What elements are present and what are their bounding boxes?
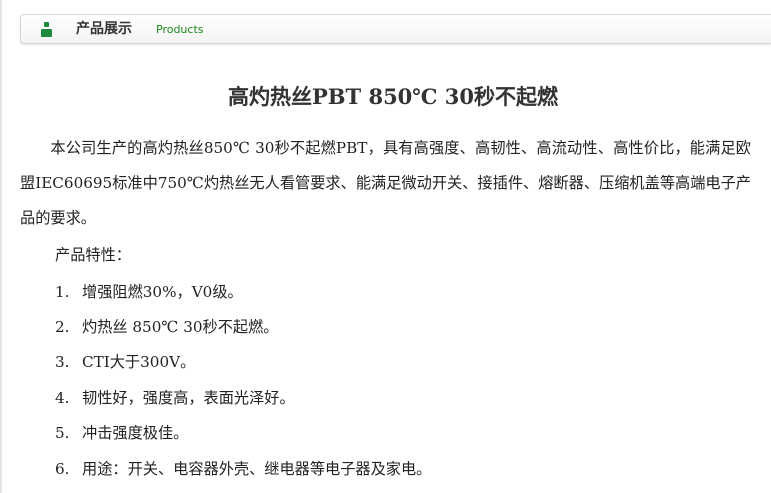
feature-text: 冲击强度极佳。 xyxy=(82,424,189,442)
feature-item: 3. CTI大于300V。 xyxy=(55,345,195,380)
feature-number: 3. xyxy=(55,353,70,371)
feature-number: 5. xyxy=(55,424,70,442)
section-title: 产品展示 xyxy=(76,21,132,37)
article-title: 高灼热丝PBT 850℃ 30秒不起燃 xyxy=(227,84,558,109)
feature-item: 2. 灼热丝 850℃ 30秒不起燃。 xyxy=(55,310,278,345)
section-subtitle: Products xyxy=(156,23,204,36)
features-heading: 产品特性： xyxy=(55,246,131,264)
product-icon xyxy=(41,22,52,38)
feature-text: 用途：开关、电容器外壳、继电器等电子器及家电。 xyxy=(82,460,432,478)
feature-number: 4. xyxy=(55,389,70,407)
section-header: 产品展示 Products xyxy=(20,14,771,44)
feature-item: 4. 韧性好，强度高，表面光泽好。 xyxy=(55,381,295,416)
feature-text: 灼热丝 850℃ 30秒不起燃。 xyxy=(82,318,279,336)
feature-number: 1. xyxy=(55,283,70,301)
page-left-border xyxy=(0,0,2,493)
feature-number: 2. xyxy=(55,318,70,336)
feature-text: CTI大于300V。 xyxy=(82,353,196,371)
feature-number: 6. xyxy=(55,460,70,478)
feature-text: 韧性好，强度高，表面光泽好。 xyxy=(82,389,295,407)
feature-item: 6. 用途：开关、电容器外壳、继电器等电子器及家电。 xyxy=(55,452,431,487)
feature-item: 1. 增强阻燃30%，V0级。 xyxy=(55,275,243,310)
feature-text: 增强阻燃30%，V0级。 xyxy=(82,283,243,301)
intro-paragraph: 本公司生产的高灼热丝850℃ 30秒不起燃PBT，具有高强度、高韧性、高流动性、… xyxy=(20,139,751,227)
feature-item: 5. 冲击强度极佳。 xyxy=(55,416,188,451)
